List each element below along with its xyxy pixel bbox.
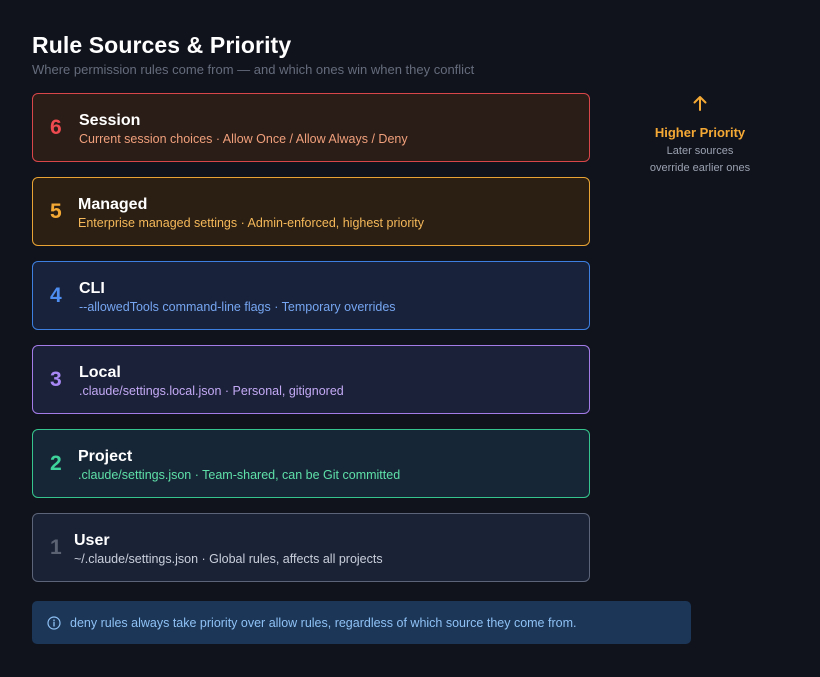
source-number: 2	[50, 452, 62, 475]
page-subtitle: Where permission rules come from — and w…	[32, 62, 475, 77]
priority-note-line: Later sources	[666, 145, 734, 157]
source-number: 3	[50, 368, 62, 391]
source-description: .claude/settings.local.json · Personal, …	[79, 384, 344, 398]
source-number: 5	[50, 200, 62, 223]
source-card-user: 1 User ~/.claude/settings.json · Global …	[32, 513, 590, 582]
info-icon	[47, 616, 61, 635]
source-number: 1	[50, 536, 62, 559]
source-description: Enterprise managed settings · Admin-enfo…	[78, 216, 425, 230]
source-name: Managed	[78, 196, 148, 213]
source-number: 6	[50, 116, 62, 139]
source-card-cli: 4 CLI --allowedTools command-line flags …	[32, 261, 590, 330]
source-description: --allowedTools command-line flags · Temp…	[79, 300, 396, 314]
priority-indicator: Higher Priority Later sources override e…	[600, 94, 800, 177]
page-title: Rule Sources & Priority	[32, 32, 292, 58]
priority-note: Later sources override earlier ones	[600, 143, 800, 177]
source-card-local: 3 Local .claude/settings.local.json · Pe…	[32, 345, 590, 414]
source-card-managed: 5 Managed Enterprise managed settings · …	[32, 177, 590, 246]
source-name: User	[74, 532, 110, 549]
source-number: 4	[50, 284, 62, 307]
source-name: CLI	[79, 280, 105, 297]
info-banner: deny rules always take priority over all…	[32, 601, 691, 644]
source-name: Local	[79, 364, 121, 381]
priority-label: Higher Priority	[654, 125, 746, 140]
source-card-project: 2 Project .claude/settings.json · Team-s…	[32, 429, 590, 498]
source-name: Project	[78, 448, 133, 465]
source-name: Session	[79, 112, 141, 129]
source-description: Current session choices · Allow Once / A…	[79, 132, 408, 146]
source-description: ~/.claude/settings.json · Global rules, …	[74, 552, 383, 566]
source-description: .claude/settings.json · Team-shared, can…	[78, 468, 401, 482]
info-banner-text: deny rules always take priority over all…	[70, 616, 577, 630]
arrow-up-icon	[600, 94, 800, 117]
priority-note-line: override earlier ones	[649, 162, 751, 174]
source-card-session: 6 Session Current session choices · Allo…	[32, 93, 590, 162]
